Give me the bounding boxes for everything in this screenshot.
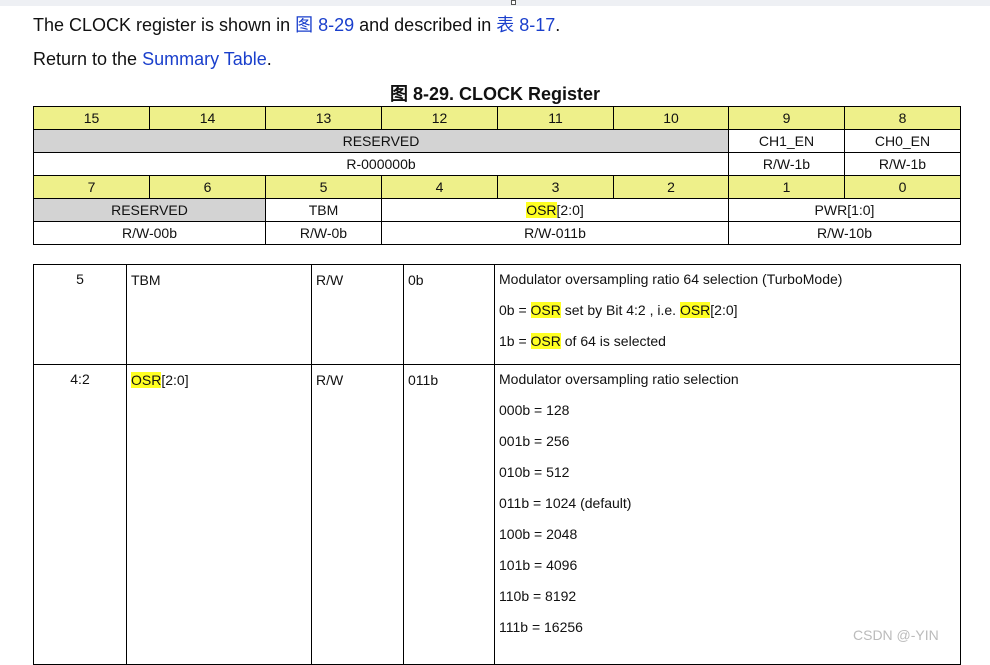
access-pwr: R/W-10b [728, 221, 961, 245]
option-line: 110b = 8192 [499, 588, 577, 604]
reserved-field-low: RESERVED [33, 198, 266, 222]
high-field-row: RESERVED CH1_EN CH0_EN [33, 129, 961, 153]
description-cell: Modulator oversampling ratio selection 0… [494, 364, 961, 665]
access-tbm: R/W-0b [265, 221, 382, 245]
intro-text-middle: and described in [354, 15, 497, 35]
description-title: Modulator oversampling ratio selection [499, 371, 739, 387]
intro-text-end: . [555, 15, 561, 35]
osr-highlight: OSR [526, 202, 557, 218]
type-cell: R/W [311, 364, 404, 665]
description-cell: Modulator oversampling ratio 64 selectio… [494, 264, 961, 365]
figure-caption: 图 8-29. CLOCK Register [389, 84, 601, 104]
intro-paragraph: The CLOCK register is shown in 图 8-29 an… [33, 14, 560, 36]
option-line: 100b = 2048 [499, 526, 578, 542]
option-line: 011b = 1024 (default) [499, 495, 632, 511]
bit-number: 9 [728, 106, 845, 130]
return-text-end: . [266, 49, 272, 69]
option-line: 001b = 256 [499, 433, 570, 449]
description-line: 1b = OSR of 64 is selected [499, 333, 956, 349]
return-text: Return to the [33, 49, 143, 69]
bit-cell: 5 [33, 264, 127, 365]
desc-text: 1b = [499, 333, 531, 349]
reset-cell: 011b [403, 364, 495, 665]
bit-number: 7 [33, 175, 150, 199]
bit-number: 13 [265, 106, 382, 130]
osr-highlight: OSR [679, 302, 711, 318]
bit-number: 4 [381, 175, 498, 199]
description-line: 0b = OSR set by Bit 4:2 , i.e. OSR[2:0] [499, 302, 956, 318]
field-range: [2:0] [161, 372, 189, 388]
table-row: 4:2 OSR[2:0] R/W 011b Modulator oversamp… [33, 364, 961, 665]
resize-handle[interactable] [511, 0, 516, 5]
bit-number: 12 [381, 106, 498, 130]
osr-field: OSR[2:0] [381, 198, 729, 222]
high-bit-row: 15 14 13 12 11 10 9 8 [33, 106, 961, 130]
bit-number: 15 [33, 106, 150, 130]
access-reserved-low: R/W-00b [33, 221, 266, 245]
bit-number: 3 [497, 175, 614, 199]
desc-text: of 64 is selected [560, 333, 666, 349]
desc-text: set by Bit 4:2 , i.e. [560, 302, 680, 318]
bit-cell: 4:2 [33, 364, 127, 665]
desc-text: 0b = [499, 302, 531, 318]
field-description-table: 5 TBM R/W 0b Modulator oversampling rati… [33, 264, 961, 665]
figure-link[interactable]: 图 8-29 [295, 15, 354, 35]
ch0-en-field: CH0_EN [844, 129, 961, 153]
bit-number: 11 [497, 106, 614, 130]
description-title: Modulator oversampling ratio 64 selectio… [499, 271, 843, 287]
low-field-row: RESERVED TBM OSR[2:0] PWR[1:0] [33, 198, 961, 222]
top-scroll-bar [0, 0, 990, 6]
bit-number: 14 [149, 106, 266, 130]
access-ch0-en: R/W-1b [844, 152, 961, 176]
bit-number: 0 [844, 175, 961, 199]
field-cell: TBM [126, 264, 312, 365]
reserved-field-high: RESERVED [33, 129, 729, 153]
option-line: 101b = 4096 [499, 557, 578, 573]
intro-text: The CLOCK register is shown in [33, 15, 296, 35]
tbm-field: TBM [265, 198, 382, 222]
ch1-en-field: CH1_EN [728, 129, 845, 153]
bit-number: 5 [265, 175, 382, 199]
osr-highlight: OSR [131, 372, 162, 388]
bit-number: 1 [728, 175, 845, 199]
field-cell: OSR[2:0] [126, 364, 312, 665]
option-line: 010b = 512 [499, 464, 570, 480]
return-paragraph: Return to the Summary Table. [33, 48, 272, 70]
table-row: 5 TBM R/W 0b Modulator oversampling rati… [33, 264, 961, 365]
osr-range: [2:0] [556, 202, 584, 218]
access-osr: R/W-011b [381, 221, 729, 245]
low-bit-row: 7 6 5 4 3 2 1 0 [33, 175, 961, 199]
bit-number: 8 [844, 106, 961, 130]
access-ch1-en: R/W-1b [728, 152, 845, 176]
table-link[interactable]: 表 8-17 [496, 15, 555, 35]
bit-number: 6 [149, 175, 266, 199]
high-access-row: R-000000b R/W-1b R/W-1b [33, 152, 961, 176]
pwr-field: PWR[1:0] [728, 198, 961, 222]
access-reserved-high: R-000000b [33, 152, 729, 176]
summary-table-link[interactable]: Summary Table [142, 49, 267, 69]
osr-highlight: OSR [530, 333, 561, 349]
register-diagram: 15 14 13 12 11 10 9 8 RESERVED CH1_EN CH… [33, 106, 961, 245]
type-cell: R/W [311, 264, 404, 365]
low-access-row: R/W-00b R/W-0b R/W-011b R/W-10b [33, 221, 961, 245]
desc-text: [2:0] [710, 302, 738, 318]
option-line: 000b = 128 [499, 402, 570, 418]
osr-highlight: OSR [530, 302, 561, 318]
reset-cell: 0b [403, 264, 495, 365]
bit-number: 10 [613, 106, 729, 130]
watermark: CSDN @-YIN [853, 627, 939, 643]
bit-number: 2 [613, 175, 729, 199]
